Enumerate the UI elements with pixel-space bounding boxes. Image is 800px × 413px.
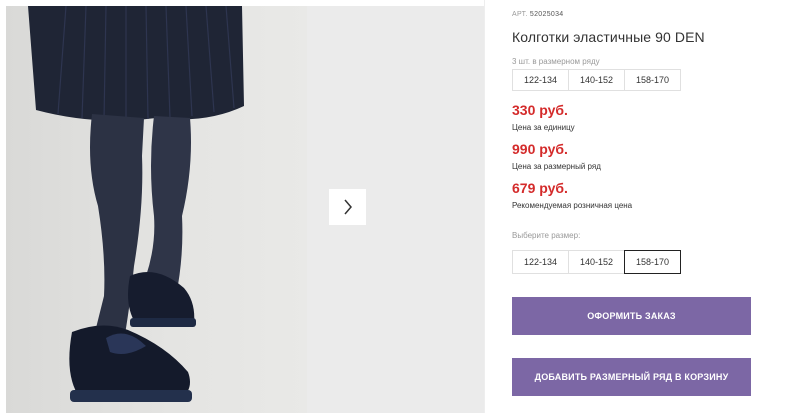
size-selector: 122-134 140-152 158-170 xyxy=(512,250,681,274)
add-size-row-to-cart-button[interactable]: ДОБАВИТЬ РАЗМЕРНЫЙ РЯД В КОРЗИНУ xyxy=(512,358,751,396)
size-row-list: 122-134 140-152 158-170 xyxy=(512,69,681,91)
sku-value: 52025034 xyxy=(529,11,564,18)
row-price-label: Цена за размерный ряд xyxy=(512,162,601,171)
size-row-label: 3 шт. в размерном ряду xyxy=(512,57,600,66)
size-option-140-152[interactable]: 140-152 xyxy=(568,250,625,274)
sku: АРТ. 52025034 xyxy=(512,11,563,18)
order-button[interactable]: ОФОРМИТЬ ЗАКАЗ xyxy=(512,297,751,335)
retail-price-label: Рекомендуемая розничная цена xyxy=(512,201,633,210)
retail-price: 679 руб. xyxy=(512,180,568,196)
size-row-item: 140-152 xyxy=(568,69,625,91)
sku-label: АРТ. xyxy=(512,11,528,18)
choose-size-label: Выберите размер: xyxy=(512,231,581,240)
size-option-158-170[interactable]: 158-170 xyxy=(624,250,681,274)
product-image xyxy=(28,6,244,402)
unit-price: 330 руб. xyxy=(512,102,568,118)
size-option-122-134[interactable]: 122-134 xyxy=(512,250,569,274)
product-title: Колготки эластичные 90 DEN xyxy=(512,29,705,45)
row-price: 990 руб. xyxy=(512,141,568,157)
size-row-item: 158-170 xyxy=(624,69,681,91)
product-photo xyxy=(6,6,307,413)
divider xyxy=(484,0,485,413)
chevron-right-icon xyxy=(343,199,352,215)
unit-price-label: Цена за единицу xyxy=(512,123,575,132)
size-row-item: 122-134 xyxy=(512,69,569,91)
gallery-next-button[interactable] xyxy=(329,189,366,225)
